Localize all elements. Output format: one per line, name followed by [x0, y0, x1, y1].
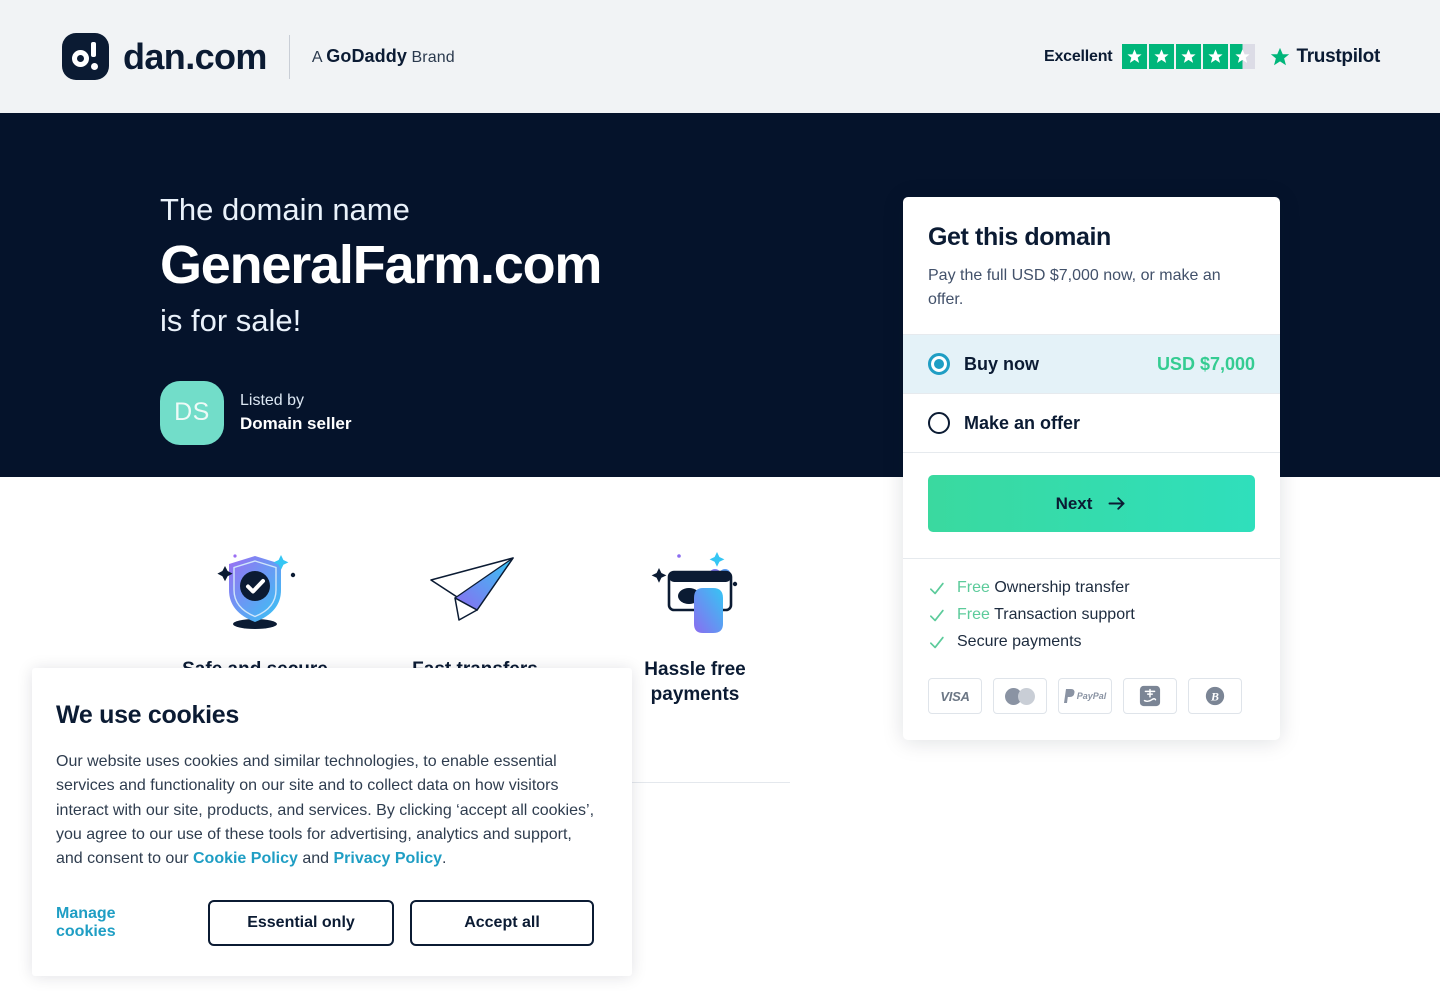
godaddy-brand-label: A GoDaddy Brand	[312, 46, 455, 67]
star-icon	[1149, 44, 1175, 69]
domain-name-title: GeneralFarm.com	[160, 235, 602, 296]
paper-plane-icon	[380, 540, 570, 640]
site-header: dan.com A GoDaddy Brand Excellent Trustp…	[0, 0, 1440, 113]
option-make-offer[interactable]: Make an offer	[903, 393, 1280, 452]
brand-name: dan.com	[123, 35, 267, 77]
radio-make-offer[interactable]	[928, 412, 950, 434]
perk-free-label: Free	[957, 579, 990, 596]
buy-card-description: Pay the full USD $7,000 now, or make an …	[928, 267, 1221, 308]
paypal-label: PayPal	[1076, 691, 1107, 701]
accept-all-button[interactable]: Accept all	[410, 899, 594, 946]
trustpilot-stars	[1122, 44, 1257, 69]
cookie-banner-body: Our website uses cookies and similar tec…	[56, 750, 594, 872]
trustpilot-star-icon	[1271, 47, 1290, 65]
star-icon	[1176, 44, 1202, 69]
brand-sub-suffix: Brand	[406, 49, 455, 66]
brand-divider	[288, 34, 290, 79]
avatar: DS	[160, 380, 224, 445]
option-label: Make an offer	[964, 412, 1081, 433]
trustpilot-rating-word: Excellent	[1043, 47, 1113, 65]
perk-main-label: Secure payments	[957, 633, 1082, 650]
visa-label: VISA	[940, 688, 970, 704]
hero-content: The domain name GeneralFarm.com is for s…	[160, 191, 602, 445]
essential-only-button[interactable]: Essential only	[208, 899, 394, 946]
payment-methods: VISA PayPal B	[903, 666, 1280, 740]
trustpilot-rating[interactable]: Excellent Trustpilot	[1044, 44, 1380, 69]
shield-check-icon	[160, 540, 350, 640]
option-buy-now[interactable]: Buy now USD $7,000	[903, 334, 1280, 393]
cookie-policy-link[interactable]: Cookie Policy	[193, 850, 298, 867]
check-icon	[929, 636, 944, 648]
trustpilot-logo: Trustpilot	[1269, 46, 1380, 68]
option-price: USD $7,000	[1156, 353, 1255, 374]
star-icon	[1122, 44, 1148, 69]
dan-logo-icon	[62, 33, 109, 80]
seller-text: Listed by Domain seller	[240, 389, 352, 437]
option-buy-now-left: Buy now	[928, 353, 1039, 375]
seller-info: DS Listed by Domain seller	[160, 380, 601, 445]
perk-text: Secure payments	[957, 633, 1082, 651]
hero-pre-text: The domain name	[160, 192, 410, 227]
option-make-offer-left: Make an offer	[928, 412, 1080, 434]
arrow-right-icon	[1108, 497, 1125, 510]
perk-item: Free Transaction support	[928, 606, 1255, 624]
mastercard-icon	[993, 678, 1047, 714]
cookie-banner: We use cookies Our website uses cookies …	[32, 668, 632, 976]
buy-card-header: Get this domain Pay the full USD $7,000 …	[903, 197, 1280, 334]
check-icon	[929, 609, 944, 621]
svg-text:B: B	[1210, 690, 1219, 704]
buy-card: Get this domain Pay the full USD $7,000 …	[903, 197, 1280, 740]
perk-text: Free Transaction support	[957, 606, 1135, 624]
perk-free-label: Free	[957, 606, 990, 623]
option-label: Buy now	[964, 353, 1039, 374]
check-icon	[929, 582, 944, 594]
paypal-icon: PayPal	[1058, 678, 1112, 714]
privacy-policy-link[interactable]: Privacy Policy	[334, 850, 443, 867]
perk-main-label: Ownership transfer	[989, 579, 1130, 596]
perk-item: Free Ownership transfer	[928, 579, 1255, 597]
visa-icon: VISA	[928, 678, 982, 714]
cookie-body-part3: .	[442, 850, 447, 868]
seller-name: Domain seller	[240, 414, 352, 434]
listed-by-label: Listed by	[240, 391, 305, 409]
brand-logo[interactable]: dan.com A GoDaddy Brand	[62, 33, 455, 80]
perk-main-label: Transaction support	[989, 606, 1135, 623]
next-button-label: Next	[1055, 493, 1093, 513]
page-root: dan.com A GoDaddy Brand Excellent Trustp…	[0, 0, 1440, 1000]
perks-list: Free Ownership transfer Free Transaction…	[903, 558, 1280, 666]
next-button[interactable]: Next	[928, 475, 1255, 532]
perk-text: Free Ownership transfer	[957, 579, 1130, 597]
perk-item: Secure payments	[928, 633, 1255, 651]
paypal-glyph	[1063, 689, 1075, 703]
trustpilot-logo-text: Trustpilot	[1296, 45, 1380, 67]
bitcoin-icon: B	[1188, 678, 1242, 714]
hero-post-text: is for sale!	[160, 302, 302, 338]
radio-buy-now[interactable]	[928, 353, 950, 375]
cookie-banner-actions: Manage cookies Essential only Accept all	[56, 899, 594, 946]
next-button-wrap: Next	[903, 452, 1280, 558]
brand-sub-prefix: A	[311, 49, 327, 66]
star-half-icon	[1230, 44, 1256, 69]
buy-card-title: Get this domain	[928, 223, 1111, 251]
hand-card-icon	[600, 540, 790, 640]
star-icon	[1203, 44, 1229, 69]
brand-sub-strong: GoDaddy	[326, 46, 407, 66]
alipay-icon	[1123, 678, 1177, 714]
cookie-banner-title: We use cookies	[56, 701, 239, 729]
manage-cookies-link[interactable]: Manage cookies	[56, 905, 176, 941]
cookie-body-part2: and	[297, 850, 334, 868]
